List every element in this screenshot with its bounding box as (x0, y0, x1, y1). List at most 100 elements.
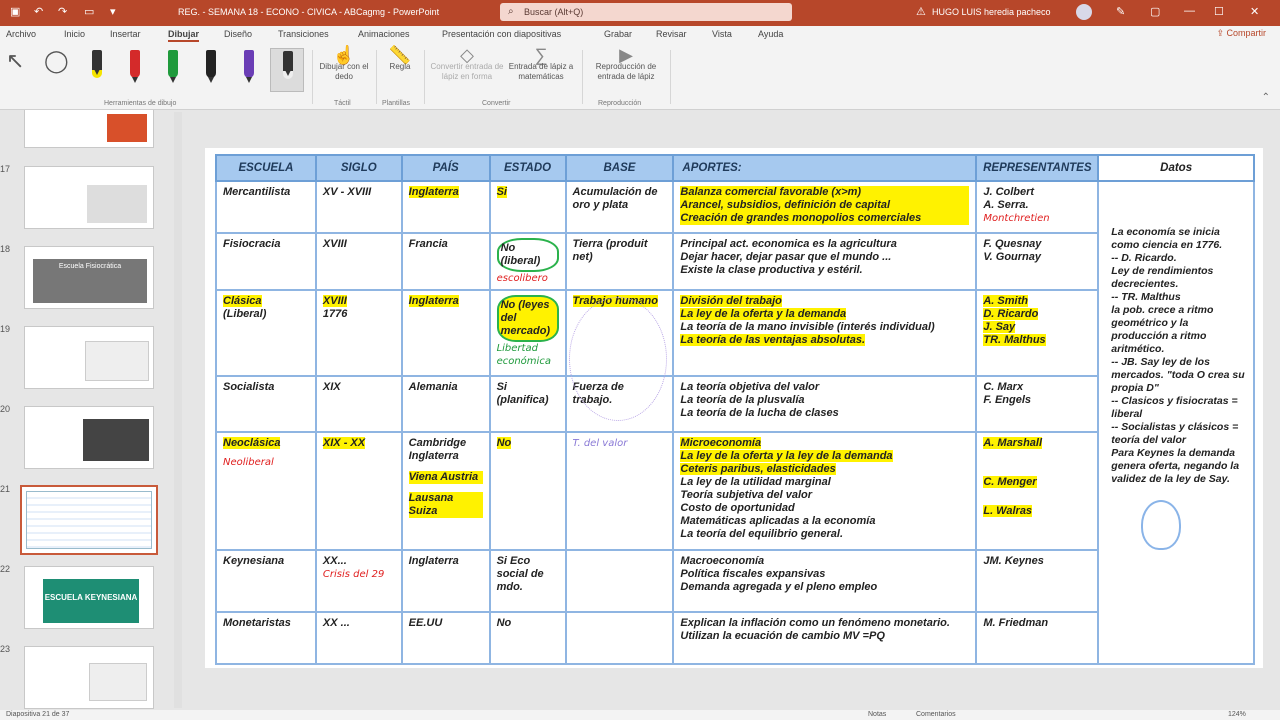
present-icon[interactable]: ▭ (84, 5, 94, 18)
cell-estado: No (488, 611, 567, 665)
slide-thumbnail-16[interactable] (24, 110, 154, 148)
panel-scrollbar[interactable] (174, 112, 182, 708)
cell-escuela: Fisiocracia (215, 232, 317, 291)
representante: F. Engels (983, 394, 1032, 406)
pen-purple[interactable] (236, 48, 262, 84)
search-input[interactable]: Buscar (Alt+Q) (524, 7, 583, 17)
aporte-item: Creación de grandes monopolios comercial… (680, 212, 970, 225)
representante: J. Say (983, 321, 1016, 333)
comments-button[interactable]: Comentarios (916, 711, 956, 718)
pen-black-yellow[interactable] (84, 48, 110, 84)
slide-number: 20 (0, 404, 11, 414)
tab-dibujar[interactable]: Dibujar (168, 29, 200, 42)
siglo-subtext: 1776 (322, 308, 348, 320)
notes-button[interactable]: Notas (868, 711, 886, 718)
math-icon: ∑ (534, 45, 548, 65)
pais-text: Francia (408, 238, 448, 250)
share-button[interactable]: ⇪ Compartir (1216, 28, 1266, 39)
datos-line: La economía se inicia como ciencia en 17… (1111, 226, 1223, 251)
draw-finger-button[interactable]: ☝ Dibujar con el dedo (316, 46, 372, 82)
slide-thumbnail-17[interactable] (24, 166, 154, 229)
representante: V. Gournay (983, 251, 1042, 263)
aporte-item: Macroeconomía (680, 555, 765, 567)
pais-text: Cambridge Inglaterra (408, 437, 467, 462)
slide-thumbnail-23[interactable] (24, 646, 154, 709)
pen-red[interactable] (122, 48, 148, 84)
separator (670, 50, 671, 104)
customize-icon[interactable]: ▾ (110, 5, 116, 18)
escuela-text: Keynesiana (223, 555, 285, 567)
tab-presentacion[interactable]: Presentación con diapositivas (442, 29, 561, 39)
slide-thumbnail-20[interactable] (24, 406, 154, 469)
ribbon-display-icon[interactable]: ▢ (1150, 5, 1160, 18)
close-icon[interactable]: ✕ (1250, 5, 1259, 18)
pais-text: Inglaterra (408, 555, 459, 567)
siglo-text: XIX (322, 381, 341, 393)
cell-estado: No (liberal) escolibero (488, 232, 567, 291)
estado-text: Si Eco social de mdo. (496, 555, 544, 593)
ink-math-button[interactable]: ∑ Entrada de lápiz a matemáticas (506, 45, 576, 82)
tab-animaciones[interactable]: Animaciones (358, 29, 410, 39)
datos-line: -- TR. Malthus (1111, 291, 1181, 303)
tab-grabar[interactable]: Grabar (604, 29, 632, 39)
ink-replay-button[interactable]: ▶ Reproducción de entrada de lápiz (586, 46, 666, 82)
representante: M. Friedman (983, 617, 1049, 629)
redo-icon[interactable]: ↷ (58, 5, 67, 18)
convert-shape-button[interactable]: ◇ Convertir entrada de lápiz en forma (428, 46, 506, 82)
tab-archivo[interactable]: Archivo (6, 29, 36, 39)
separator (424, 50, 425, 104)
representante: TR. Malthus (983, 334, 1046, 346)
tab-transiciones[interactable]: Transiciones (278, 29, 329, 39)
tab-ayuda[interactable]: Ayuda (758, 29, 783, 39)
collapse-ribbon-icon[interactable]: ⌃ (1262, 92, 1270, 103)
zoom-level[interactable]: 124% (1228, 711, 1246, 718)
cell-estado: No (488, 431, 567, 551)
slide-number: 18 (0, 244, 11, 254)
pen-black[interactable] (198, 48, 224, 84)
slide-thumbnail-19[interactable] (24, 326, 154, 389)
maximize-icon[interactable]: ☐ (1214, 5, 1224, 18)
escuela-subtext: (Liberal) (223, 308, 267, 320)
avatar[interactable] (1076, 4, 1092, 20)
highlighter-selected[interactable] (270, 48, 304, 92)
slide-thumbnail-18[interactable]: Escuela Fisiocrática (24, 246, 154, 309)
ruler-button[interactable]: 📏 Regla (380, 46, 420, 72)
minimize-icon[interactable]: — (1184, 5, 1195, 17)
cell-base: Trabajo humano (564, 289, 675, 421)
tab-vista[interactable]: Vista (712, 29, 732, 39)
aporte-item: Explican la inflación como un fenómeno m… (680, 617, 950, 629)
estado-text: No (liberal) (496, 238, 559, 272)
datos-line: -- Socialistas y clásicos = teoría del v… (1111, 421, 1239, 446)
siglo-text: XVIII (322, 238, 347, 250)
lasso-icon[interactable]: ◯ (44, 48, 70, 84)
pen-icon[interactable]: ✎ (1116, 5, 1125, 18)
cell-escuela: Socialista (215, 375, 317, 433)
cell-aportes: Explican la inflación como un fenómeno m… (672, 611, 978, 665)
separator (376, 50, 377, 104)
pen-green[interactable] (160, 48, 186, 84)
tab-inicio[interactable]: Inicio (64, 29, 85, 39)
thumb-image (83, 419, 149, 461)
cell-estado: Si Eco social de mdo. (488, 549, 567, 613)
tab-diseno[interactable]: Diseño (224, 29, 252, 39)
autosave-icon[interactable]: ▣ (10, 5, 20, 18)
tab-insertar[interactable]: Insertar (110, 29, 141, 39)
slide-canvas[interactable]: ESCUELA SIGLO PAÍS ESTADO BASE APORTES: … (205, 148, 1263, 668)
representante: J. Colbert (983, 186, 1035, 198)
undo-icon[interactable]: ↶ (34, 5, 43, 18)
aporte-item: Balanza comercial favorable (x>m) (680, 186, 970, 199)
slide-thumbnail-21[interactable] (20, 485, 158, 555)
slide-thumbnail-22[interactable]: ESCUELA KEYNESIANA (24, 566, 154, 629)
cell-pais: EE.UU (400, 611, 491, 665)
siglo-text: XX ... (322, 617, 350, 629)
economic-schools-table: ESCUELA SIGLO PAÍS ESTADO BASE APORTES: … (215, 154, 1255, 665)
select-pointer-icon[interactable]: ↖ (6, 48, 32, 84)
cell-estado: Si (planifica) (488, 375, 567, 433)
tab-revisar[interactable]: Revisar (656, 29, 687, 39)
aporte-item: Utilizan la ecuación de cambio MV =PQ (680, 630, 885, 642)
ink-math-label: Entrada de lápiz a matemáticas (508, 62, 574, 81)
cell-aportes: Macroeconomía Política fiscales expansiv… (672, 549, 978, 613)
cell-escuela: Neoclásica Neoliberal (215, 431, 317, 551)
search-box[interactable]: ⌕ Buscar (Alt+Q) (500, 3, 792, 21)
cell-base (564, 549, 675, 613)
